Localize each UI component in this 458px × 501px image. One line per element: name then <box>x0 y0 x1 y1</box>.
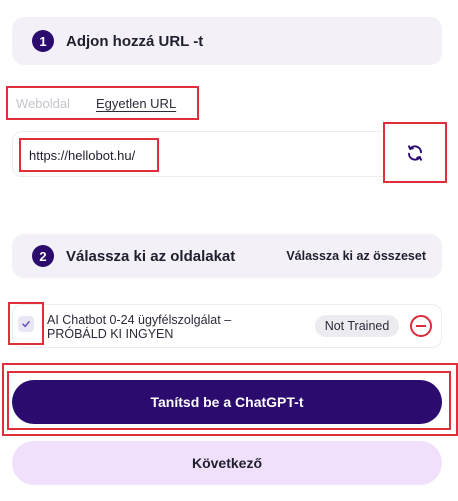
step-1-number: 1 <box>32 30 54 52</box>
check-icon <box>22 320 30 327</box>
page-title: AI Chatbot 0-24 ügyfélszolgálat – PRÓBÁL… <box>47 313 232 341</box>
url-input[interactable] <box>29 147 154 163</box>
next-button[interactable]: Következő <box>12 441 442 485</box>
url-mode-tabs: Weboldal Egyetlen URL <box>6 86 199 120</box>
remove-page-button[interactable] <box>410 315 432 337</box>
refresh-button[interactable] <box>383 122 447 183</box>
url-field-frame <box>19 138 159 172</box>
train-chatgpt-button[interactable]: Tanítsd be a ChatGPT-t <box>12 380 442 424</box>
tab-single-url[interactable]: Egyetlen URL <box>96 96 176 111</box>
checkbox-frame <box>8 302 44 345</box>
minus-circle-icon <box>416 325 426 327</box>
step-2-title: Válassza ki az oldalakat <box>66 247 236 265</box>
step-1-title: Adjon hozzá URL -t <box>66 32 204 50</box>
tab-weboldal[interactable]: Weboldal <box>16 96 70 111</box>
page-checkbox[interactable] <box>18 315 34 332</box>
step-2-number: 2 <box>32 245 54 267</box>
refresh-icon <box>408 144 422 161</box>
status-badge: Not Trained <box>315 315 399 337</box>
step-2-header: 2 Válassza ki az oldalakat Válassza ki a… <box>12 234 442 278</box>
select-all-button[interactable]: Válassza ki az összeset <box>286 249 426 263</box>
step-1-header: 1 Adjon hozzá URL -t <box>12 17 442 65</box>
